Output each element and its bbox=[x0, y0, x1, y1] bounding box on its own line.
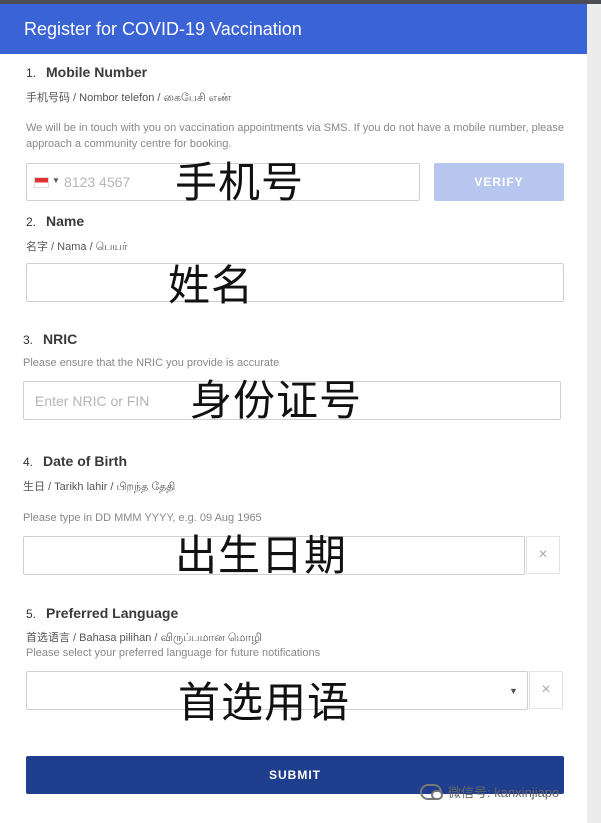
language-clear-button[interactable]: × bbox=[529, 671, 563, 709]
singapore-flag-icon[interactable] bbox=[34, 177, 49, 188]
nric-hint: Please ensure that the NRIC you provide … bbox=[23, 357, 280, 369]
dob-hint: Please type in DD MMM YYYY, e.g. 09 Aug … bbox=[23, 512, 262, 524]
dob-label: 4. Date of Birth bbox=[23, 453, 127, 469]
mobile-overlay-caption: 手机号 bbox=[175, 158, 305, 207]
mobile-label: 1. Mobile Number bbox=[26, 64, 148, 80]
dob-translations: 生日 / Tarikh lahir / பிறந்த தேதி bbox=[23, 481, 176, 493]
language-label: 5. Preferred Language bbox=[26, 605, 179, 621]
name-overlay-caption: 姓名 bbox=[168, 261, 255, 310]
name-translations: 名字 / Nama / பெயர் bbox=[26, 241, 128, 253]
page-title: Register for COVID-19 Vaccination bbox=[24, 18, 302, 39]
mobile-hint: We will be in touch with you on vaccinat… bbox=[26, 122, 564, 150]
nric-overlay-caption: 身份证号 bbox=[190, 376, 363, 425]
scrollbar[interactable] bbox=[587, 4, 601, 823]
wechat-icon bbox=[420, 783, 443, 800]
verify-button[interactable]: VERIFY bbox=[434, 163, 564, 201]
mobile-translations: 手机号码 / Nombor telefon / கைபேசி எண் bbox=[26, 92, 232, 104]
mobile-placeholder: 8123 4567 bbox=[64, 174, 131, 190]
country-dropdown-icon[interactable]: ▼ bbox=[52, 176, 60, 185]
language-translations: 首选语言 / Bahasa pilihan / விருப்பமான மொழி bbox=[26, 632, 262, 644]
nric-label: 3. NRIC bbox=[23, 331, 78, 347]
wechat-watermark: 微信号: kanxinjiapo bbox=[420, 782, 559, 801]
name-label: 2. Name bbox=[26, 213, 85, 229]
dob-clear-button[interactable]: × bbox=[526, 536, 560, 574]
page-header: Register for COVID-19 Vaccination bbox=[0, 4, 587, 54]
dob-overlay-caption: 出生日期 bbox=[175, 531, 348, 580]
nric-placeholder: Enter NRIC or FIN bbox=[35, 393, 150, 409]
language-hint: Please select your preferred language fo… bbox=[26, 647, 321, 659]
language-overlay-caption: 首选用语 bbox=[178, 678, 351, 727]
chevron-down-icon[interactable]: ▼ bbox=[509, 686, 518, 696]
watermark-text: 微信号: kanxinjiapo bbox=[448, 785, 560, 800]
name-input[interactable] bbox=[26, 263, 564, 302]
